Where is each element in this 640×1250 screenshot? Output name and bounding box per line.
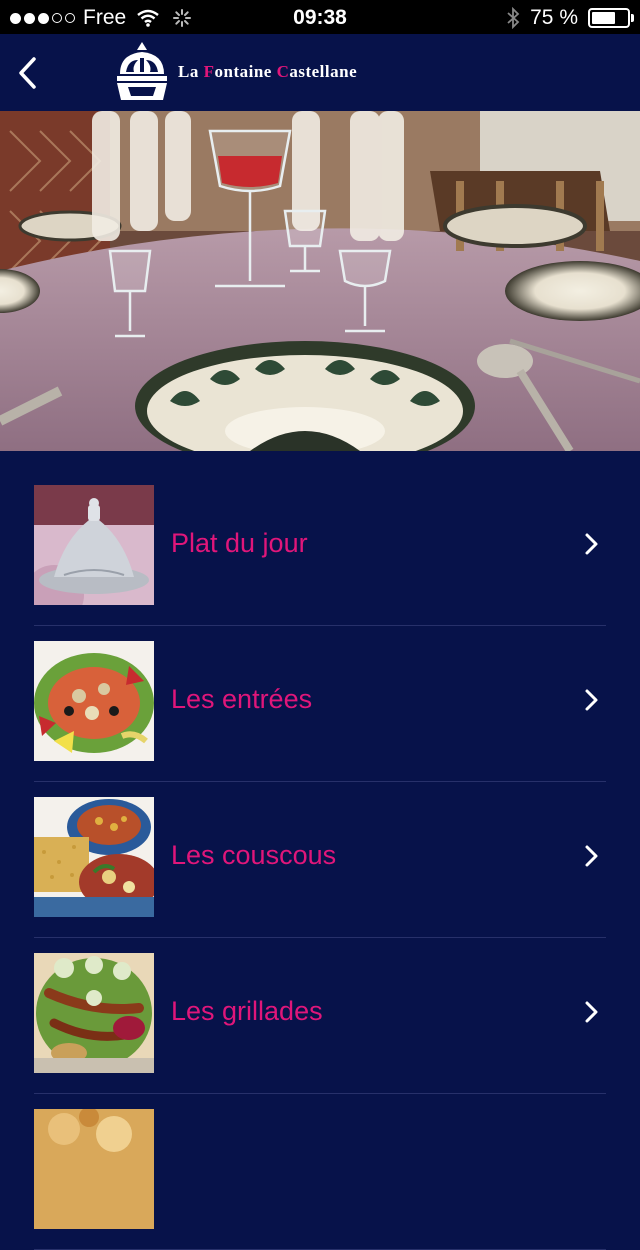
menu-list: Plat du jour Les entrées Les couscous Le… bbox=[34, 470, 606, 1250]
menu-item-plat-du-jour[interactable]: Plat du jour bbox=[34, 470, 606, 626]
chevron-right-icon bbox=[585, 1001, 598, 1023]
brand-name: La Fontaine Castellane bbox=[178, 62, 357, 82]
grill-thumbnail bbox=[34, 953, 154, 1073]
menu-item-partial[interactable] bbox=[34, 1094, 606, 1250]
battery-icon bbox=[588, 8, 634, 28]
chevron-right-icon bbox=[585, 845, 598, 867]
back-chevron-icon[interactable] bbox=[14, 54, 44, 92]
battery-fill bbox=[592, 12, 615, 24]
brand-initial: F bbox=[203, 62, 215, 81]
brand-initial: C bbox=[276, 62, 290, 81]
salad-thumbnail bbox=[34, 641, 154, 761]
menu-item-label: Les grillades bbox=[171, 996, 323, 1026]
menu-item-les-grillades[interactable]: Les grillades bbox=[34, 938, 606, 1094]
fountain-logo-icon bbox=[114, 40, 170, 104]
status-right: 75 % bbox=[506, 6, 634, 30]
brand-word: astellane bbox=[289, 62, 358, 81]
hero-image bbox=[0, 111, 640, 451]
menu-item-label: Plat du jour bbox=[171, 528, 308, 558]
tagine-thumbnail bbox=[34, 485, 154, 605]
bluetooth-icon bbox=[507, 7, 520, 29]
brand-word: ontaine bbox=[214, 62, 277, 81]
menu-item-les-entrees[interactable]: Les entrées bbox=[34, 626, 606, 782]
status-bar: Free 09:38 75 % bbox=[0, 0, 640, 34]
menu-item-label: Les entrées bbox=[171, 684, 313, 714]
nav-bar: La Fontaine Castellane bbox=[0, 34, 640, 111]
couscous-thumbnail bbox=[34, 797, 154, 917]
menu-item-les-couscous[interactable]: Les couscous bbox=[34, 782, 606, 938]
menu-item-label: Les couscous bbox=[171, 840, 337, 870]
pastry-thumbnail bbox=[34, 1109, 154, 1229]
battery-percent: 75 % bbox=[530, 6, 578, 29]
brand-word: La bbox=[178, 62, 204, 81]
chevron-right-icon bbox=[585, 689, 598, 711]
chevron-right-icon bbox=[585, 533, 598, 555]
brand-logo: La Fontaine Castellane bbox=[114, 40, 357, 104]
